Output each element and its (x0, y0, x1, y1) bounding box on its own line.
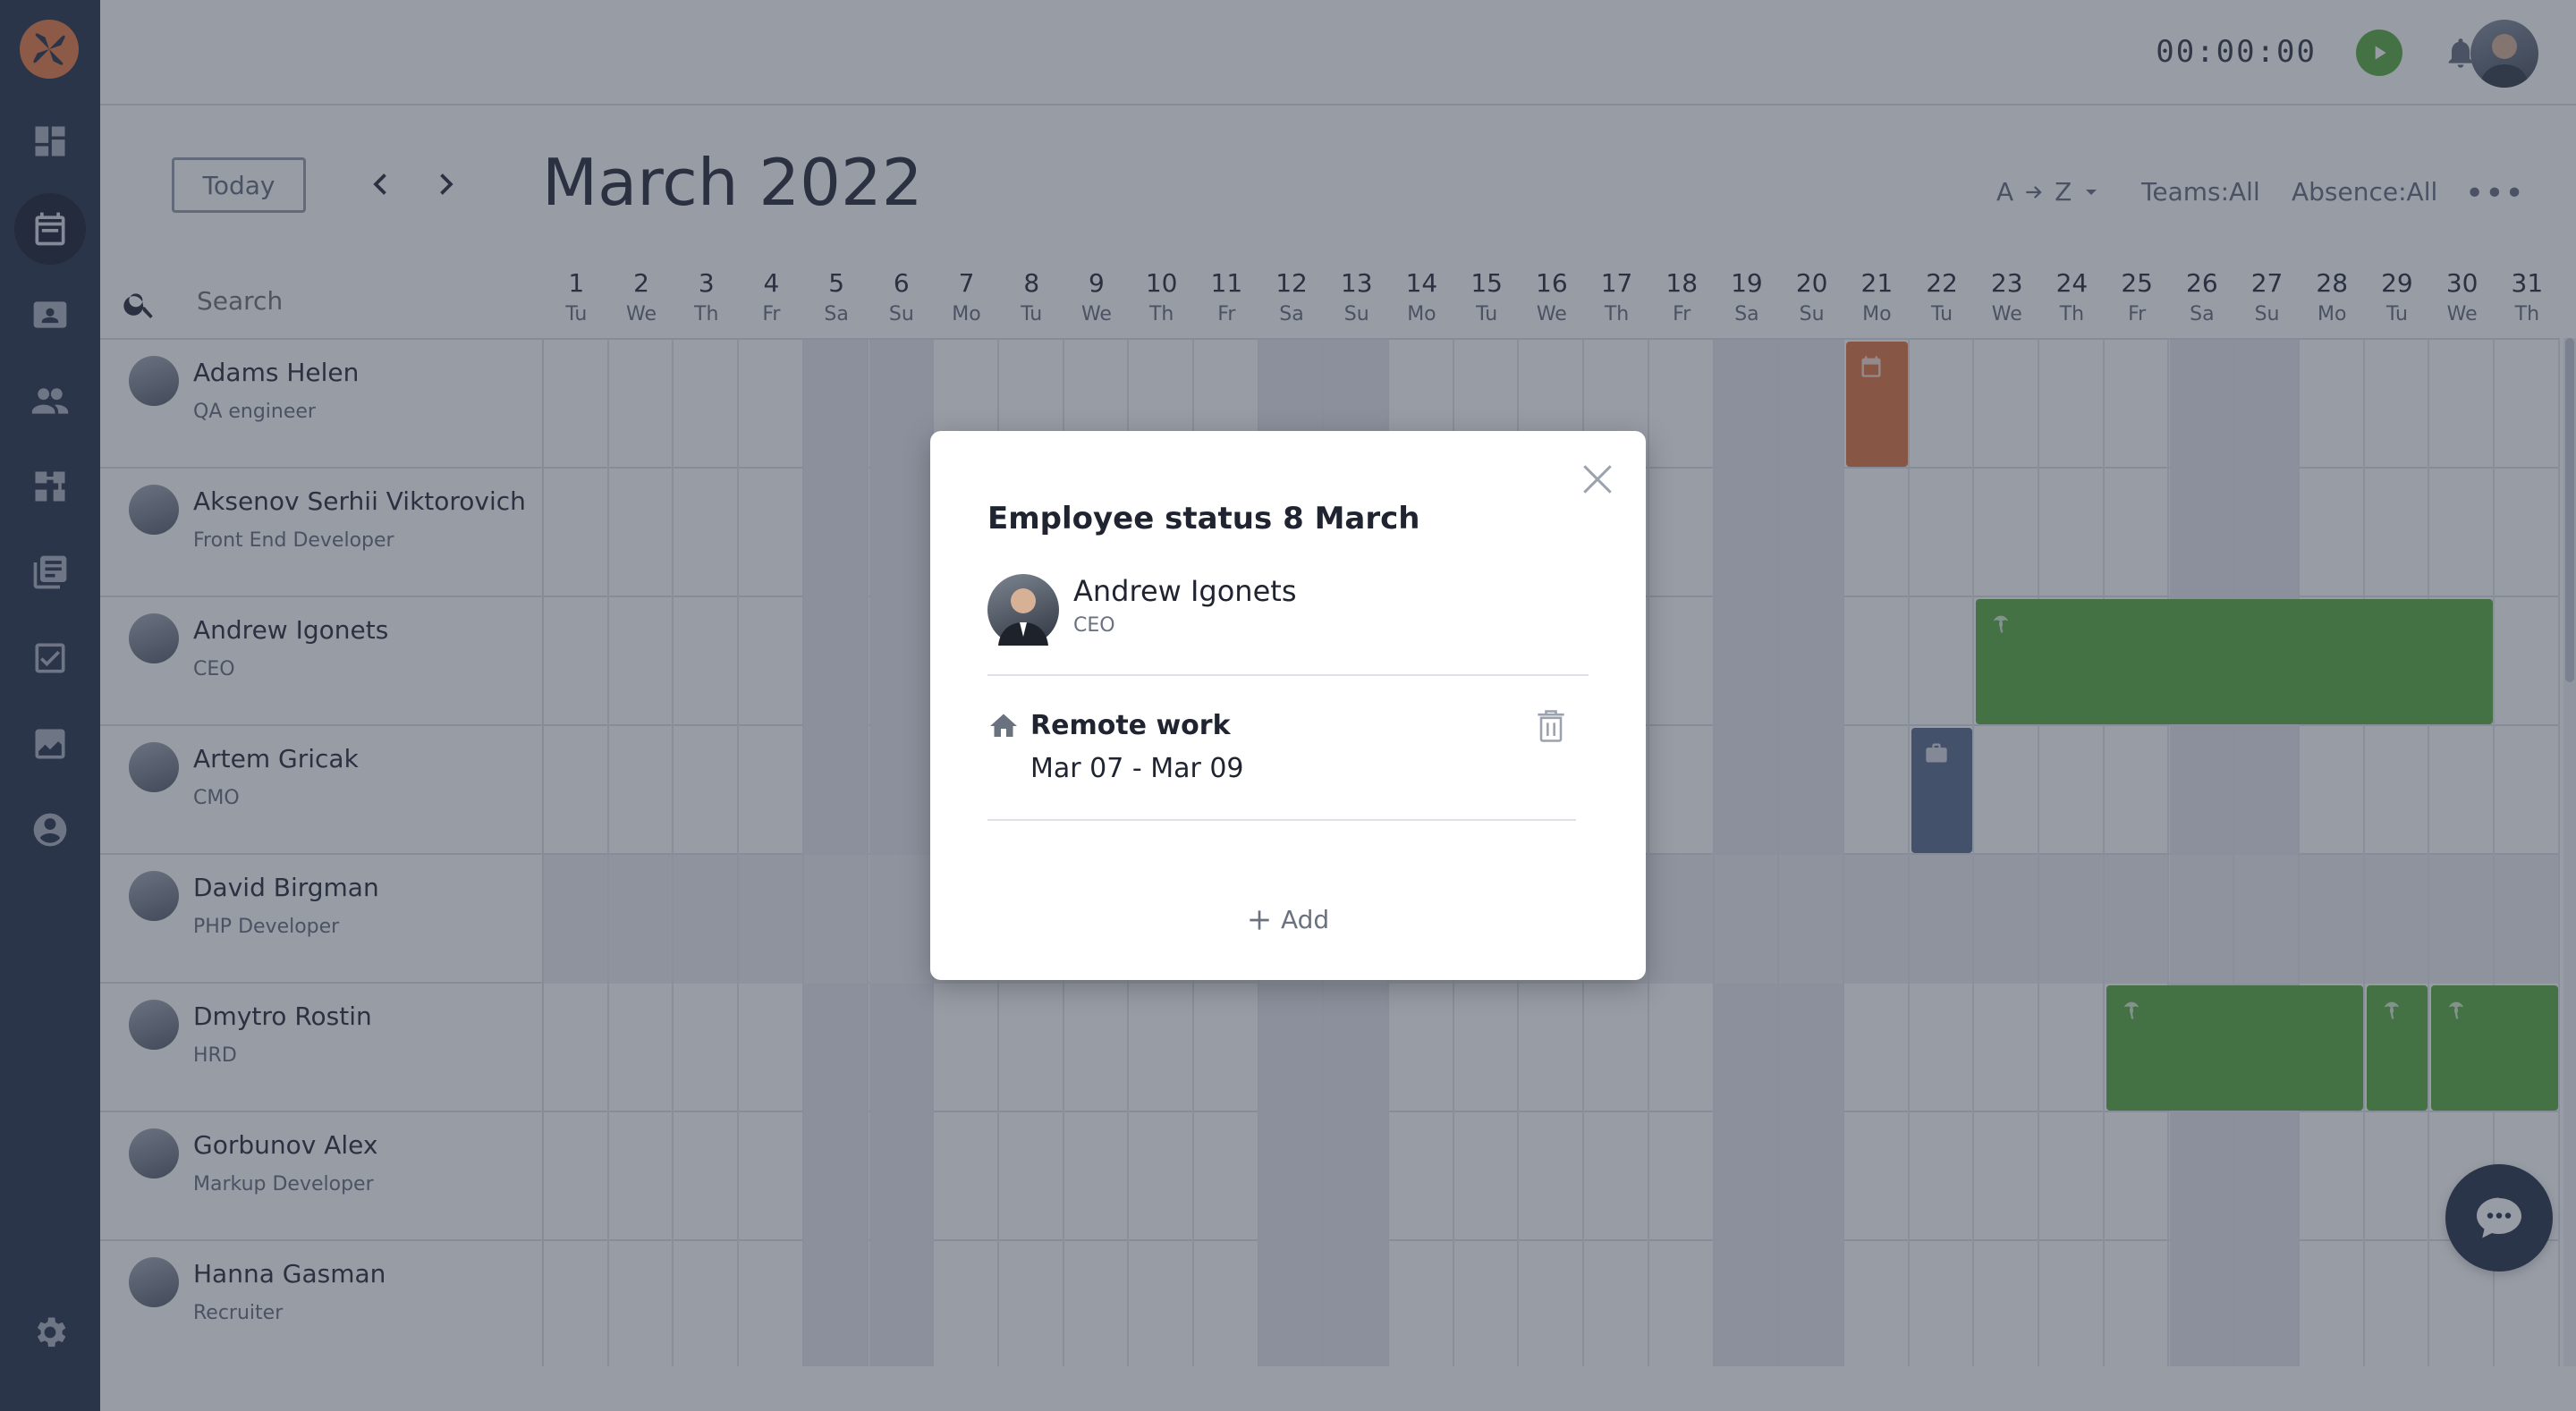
delete-icon[interactable] (1531, 705, 1571, 748)
home-icon (990, 714, 1017, 737)
modal-title: Employee status 8 March (987, 501, 1420, 537)
status-dates: Mar 07 - Mar 09 (1030, 753, 1244, 784)
add-label: Add (1281, 905, 1330, 934)
divider (987, 819, 1576, 821)
divider (987, 674, 1589, 676)
close-icon (1583, 465, 1612, 494)
employee-status-modal: Employee status 8 March Andrew Igonets C… (930, 431, 1646, 980)
status-type: Remote work (1030, 710, 1231, 741)
close-modal-button[interactable] (1578, 460, 1617, 499)
person-silhouette-icon (998, 588, 1048, 646)
employee-role: CEO (1073, 614, 1115, 637)
employee-name: Andrew Igonets (1073, 574, 1297, 608)
plus-icon (1250, 909, 1269, 930)
add-status-button[interactable]: Add (1245, 905, 1329, 934)
employee-avatar (987, 574, 1059, 646)
